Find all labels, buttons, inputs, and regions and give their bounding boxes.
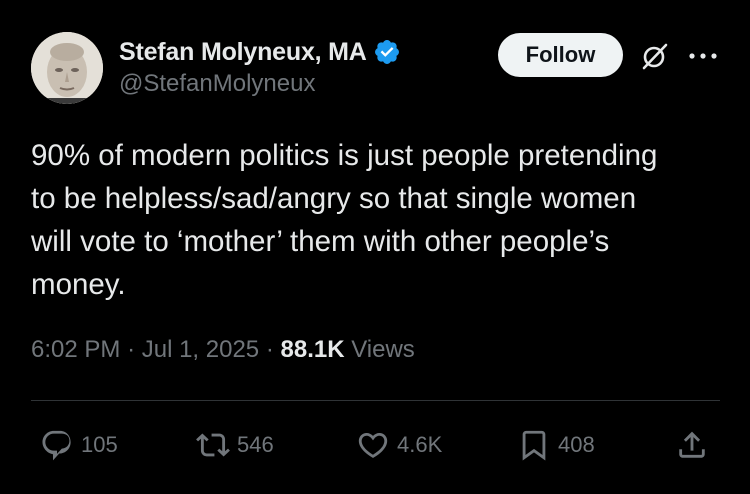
views-label[interactable]: Views: [351, 336, 415, 363]
repost-button[interactable]: 546: [196, 427, 274, 463]
tweet-text-line: will vote to ‘mother’ them with other pe…: [31, 225, 610, 258]
meta-separator: ·: [127, 336, 142, 363]
share-button[interactable]: [675, 427, 716, 463]
display-name[interactable]: Stefan Molyneux, MA: [119, 38, 367, 67]
tweet-meta: 6:02 PM · Jul 1, 2025 · 88.1K Views: [31, 336, 415, 364]
more-icon[interactable]: [686, 46, 720, 66]
bookmark-count: 408: [558, 432, 595, 457]
handle[interactable]: @StefanMolyneux: [119, 70, 401, 98]
reply-button[interactable]: 105: [40, 427, 118, 463]
tweet-text-line: 90% of modern politics is just people pr…: [31, 139, 658, 172]
tweet-text: 90% of modern politics is just people pr…: [31, 134, 721, 306]
like-count: 4.6K: [397, 432, 443, 457]
tweet-card: Stefan Molyneux, MA @StefanMolyneux Foll…: [0, 0, 750, 494]
repost-count: 546: [237, 432, 274, 457]
name-row: Stefan Molyneux, MA: [119, 36, 401, 68]
verified-badge-icon[interactable]: [373, 38, 401, 66]
grok-icon[interactable]: [640, 41, 670, 71]
bookmark-button[interactable]: 408: [517, 427, 595, 463]
reply-count: 105: [81, 432, 118, 457]
avatar-image: [31, 32, 103, 104]
tweet-text-line: to be helpless/sad/angry so that single …: [31, 182, 637, 215]
views-count[interactable]: 88.1K: [281, 336, 345, 363]
divider: [31, 400, 720, 401]
heart-icon: [358, 432, 388, 458]
reply-icon: [42, 430, 71, 461]
avatar[interactable]: [31, 32, 103, 104]
author-block: Stefan Molyneux, MA @StefanMolyneux: [119, 36, 401, 98]
like-button[interactable]: 4.6K: [356, 427, 442, 463]
follow-button[interactable]: Follow: [498, 33, 623, 77]
meta-separator: ·: [265, 336, 281, 363]
tweet-time[interactable]: 6:02 PM: [31, 336, 120, 363]
repost-icon: [196, 433, 230, 457]
tweet-date[interactable]: Jul 1, 2025: [142, 336, 259, 363]
share-icon: [679, 431, 705, 458]
bookmark-icon: [522, 430, 546, 461]
tweet-text-line: money.: [31, 268, 126, 301]
